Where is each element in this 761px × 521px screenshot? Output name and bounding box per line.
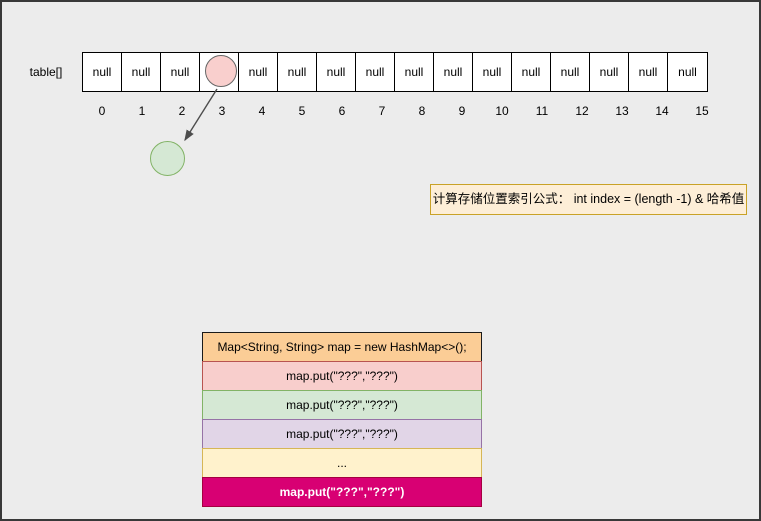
code-row: map.put("???","???") (202, 419, 482, 449)
table-cell: null (161, 53, 200, 91)
table-cell: null (356, 53, 395, 91)
table-cell: null (590, 53, 629, 91)
table-cell: null (278, 53, 317, 91)
index-label: 9 (458, 104, 466, 118)
table-cell: null (473, 53, 512, 91)
hash-table-row: null null null null null null null null null null… (82, 52, 708, 92)
index-label: 0 (98, 104, 106, 118)
table-cell: null (122, 53, 161, 91)
index-label: 15 (695, 104, 709, 118)
table-array-label: table[] (29, 65, 63, 79)
code-row: map.put("???","???") (202, 477, 482, 507)
table-cell: null (551, 53, 590, 91)
code-row: ... (202, 448, 482, 478)
linked-node-circle (150, 141, 185, 176)
table-cell: null (668, 53, 707, 91)
index-label: 11 (535, 104, 549, 118)
index-label: 3 (218, 104, 226, 118)
code-row: map.put("???","???") (202, 390, 482, 420)
index-label-row: 0 1 2 3 4 5 6 7 8 9 10 11 12 13 14 15 (82, 104, 722, 118)
table-cell: null (395, 53, 434, 91)
index-label: 4 (258, 104, 266, 118)
index-label: 2 (178, 104, 186, 118)
table-cell: null (629, 53, 668, 91)
index-label: 6 (338, 104, 346, 118)
table-cell: null (239, 53, 278, 91)
diagram-canvas: table[] null null null null null null null null… (0, 0, 761, 521)
index-label: 13 (615, 104, 629, 118)
code-row: map.put("???","???") (202, 361, 482, 391)
code-row: Map<String, String> map = new HashMap<>(… (202, 332, 482, 362)
index-label: 12 (575, 104, 589, 118)
index-label: 8 (418, 104, 426, 118)
index-label: 1 (138, 104, 146, 118)
index-label: 7 (378, 104, 386, 118)
index-label: 5 (298, 104, 306, 118)
table-cell: null (512, 53, 551, 91)
index-label: 14 (655, 104, 669, 118)
index-formula-note: 计算存储位置索引公式： int index = (length -1) & 哈希… (430, 184, 747, 215)
index-label: 10 (495, 104, 509, 118)
table-cell: null (434, 53, 473, 91)
table-cell: null (83, 53, 122, 91)
table-cell: null (317, 53, 356, 91)
hash-entry-circle (205, 55, 237, 87)
code-stack: Map<String, String> map = new HashMap<>(… (202, 332, 482, 507)
